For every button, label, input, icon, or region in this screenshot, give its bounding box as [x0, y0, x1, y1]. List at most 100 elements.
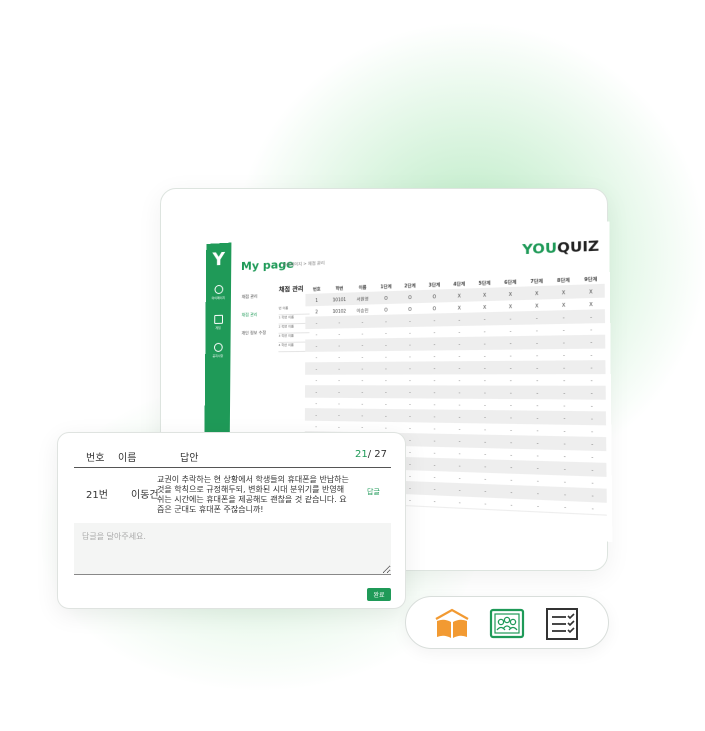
menu-item-active[interactable]: 채점 관리	[242, 311, 280, 318]
column-header: 7단계	[530, 278, 543, 285]
table-cell: -	[458, 426, 461, 432]
table-cell: -	[385, 354, 387, 360]
table-cell: -	[338, 377, 340, 384]
table-cell: -	[510, 439, 513, 446]
table-cell: -	[458, 438, 461, 445]
nav-game[interactable]: 게임	[205, 314, 230, 331]
table-cell: -	[433, 413, 436, 420]
table-cell: -	[510, 390, 512, 396]
table-cell: -	[510, 464, 513, 471]
table-cell: -	[509, 316, 512, 322]
answer-counter: 21/ 27	[354, 449, 387, 460]
header-number: 번호	[86, 453, 105, 464]
table-cell: -	[591, 454, 594, 461]
table-cell: -	[562, 327, 565, 334]
table-cell: -	[458, 341, 461, 347]
table-cell: -	[591, 505, 594, 512]
table-cell: -	[483, 341, 486, 347]
table-cell: -	[484, 426, 486, 433]
table-cell: -	[483, 353, 486, 359]
table-cell: -	[338, 331, 341, 337]
table-cell: -	[315, 423, 317, 430]
table-cell: -	[484, 476, 487, 482]
column-header: 2단계	[404, 282, 416, 289]
table-cell: -	[458, 389, 461, 396]
panel-header: 번호 이름 답안 21/ 27	[74, 443, 391, 468]
table-cell: -	[433, 486, 436, 493]
table-cell: -	[385, 342, 387, 348]
table-cell: -	[563, 428, 566, 434]
table-cell: -	[483, 328, 486, 335]
answer-panel: 번호 이름 답안 21/ 27 21번 이동건 교권이 추락하는 현 상황에서 …	[57, 432, 406, 609]
table-cell: -	[510, 414, 512, 421]
table-cell: -	[510, 452, 513, 458]
table-cell: -	[536, 427, 539, 434]
nav-notice[interactable]: 공지사항	[205, 342, 230, 358]
table-cell: -	[315, 400, 317, 407]
menu-item[interactable]: 개인 정보 수정	[241, 330, 279, 337]
table-cell: -	[510, 427, 512, 433]
table-cell: -	[510, 477, 513, 483]
done-button[interactable]: 완료	[367, 588, 391, 601]
table-cell: -	[484, 463, 487, 470]
table-cell: -	[385, 401, 387, 407]
checklist-icon[interactable]	[544, 607, 580, 641]
table-cell: -	[590, 377, 593, 384]
column-header: 6단계	[504, 278, 517, 286]
table-cell: -	[484, 402, 486, 408]
table-cell: -	[409, 425, 411, 432]
table-cell: -	[590, 314, 593, 320]
open-book-icon[interactable]	[434, 607, 470, 641]
table-cell: -	[458, 353, 461, 360]
table-cell: -	[483, 316, 486, 323]
table-cell: -	[433, 401, 436, 408]
column-header: 5단계	[478, 279, 491, 286]
table-cell: 10102	[332, 308, 347, 314]
menu-item[interactable]: 채점 관리	[242, 293, 280, 300]
table-cell: -	[590, 339, 593, 346]
table-cell: -	[361, 389, 364, 395]
table-cell: -	[409, 389, 411, 396]
table-cell: -	[409, 330, 411, 336]
table-cell: -	[563, 415, 566, 422]
table-cell: -	[433, 353, 436, 360]
nav-mypage[interactable]: 마이페이지	[206, 284, 231, 301]
table-cell: -	[509, 352, 512, 359]
table-cell: -	[536, 327, 538, 334]
table-cell: -	[338, 320, 341, 326]
table-cell: O	[432, 293, 437, 300]
classroom-board-icon[interactable]	[489, 607, 525, 641]
table-cell: -	[563, 365, 566, 371]
table-cell: -	[564, 491, 567, 498]
table-cell: O	[384, 307, 388, 313]
table-cell: -	[536, 365, 539, 371]
table-cell: -	[409, 401, 411, 408]
table-cell: -	[361, 377, 364, 384]
table-cell: -	[562, 314, 565, 321]
table-cell: -	[315, 366, 318, 372]
table-cell: -	[484, 451, 487, 458]
person-icon	[213, 284, 223, 295]
table-cell: -	[458, 463, 461, 469]
table-cell: -	[361, 424, 364, 431]
table-cell: -	[361, 401, 364, 407]
table-cell: -	[338, 424, 340, 430]
reply-input[interactable]	[74, 523, 391, 575]
header-answer: 답안	[180, 453, 199, 464]
table-cell: -	[536, 377, 539, 384]
table-cell: -	[409, 413, 411, 420]
table-cell: -	[409, 353, 411, 360]
table-cell: -	[433, 474, 436, 480]
table-cell: -	[409, 318, 411, 324]
table-cell: -	[591, 492, 594, 499]
table-cell: -	[458, 377, 461, 384]
table-cell: -	[563, 352, 565, 359]
table-cell: -	[536, 452, 539, 459]
table-cell: X	[457, 305, 461, 311]
table-cell: -	[537, 490, 539, 497]
column-header: 8단계	[557, 277, 570, 284]
reply-link[interactable]: 답글	[367, 487, 380, 497]
table-cell: -	[590, 364, 593, 371]
column-header: 9단계	[584, 276, 598, 283]
table-cell: -	[458, 414, 461, 420]
